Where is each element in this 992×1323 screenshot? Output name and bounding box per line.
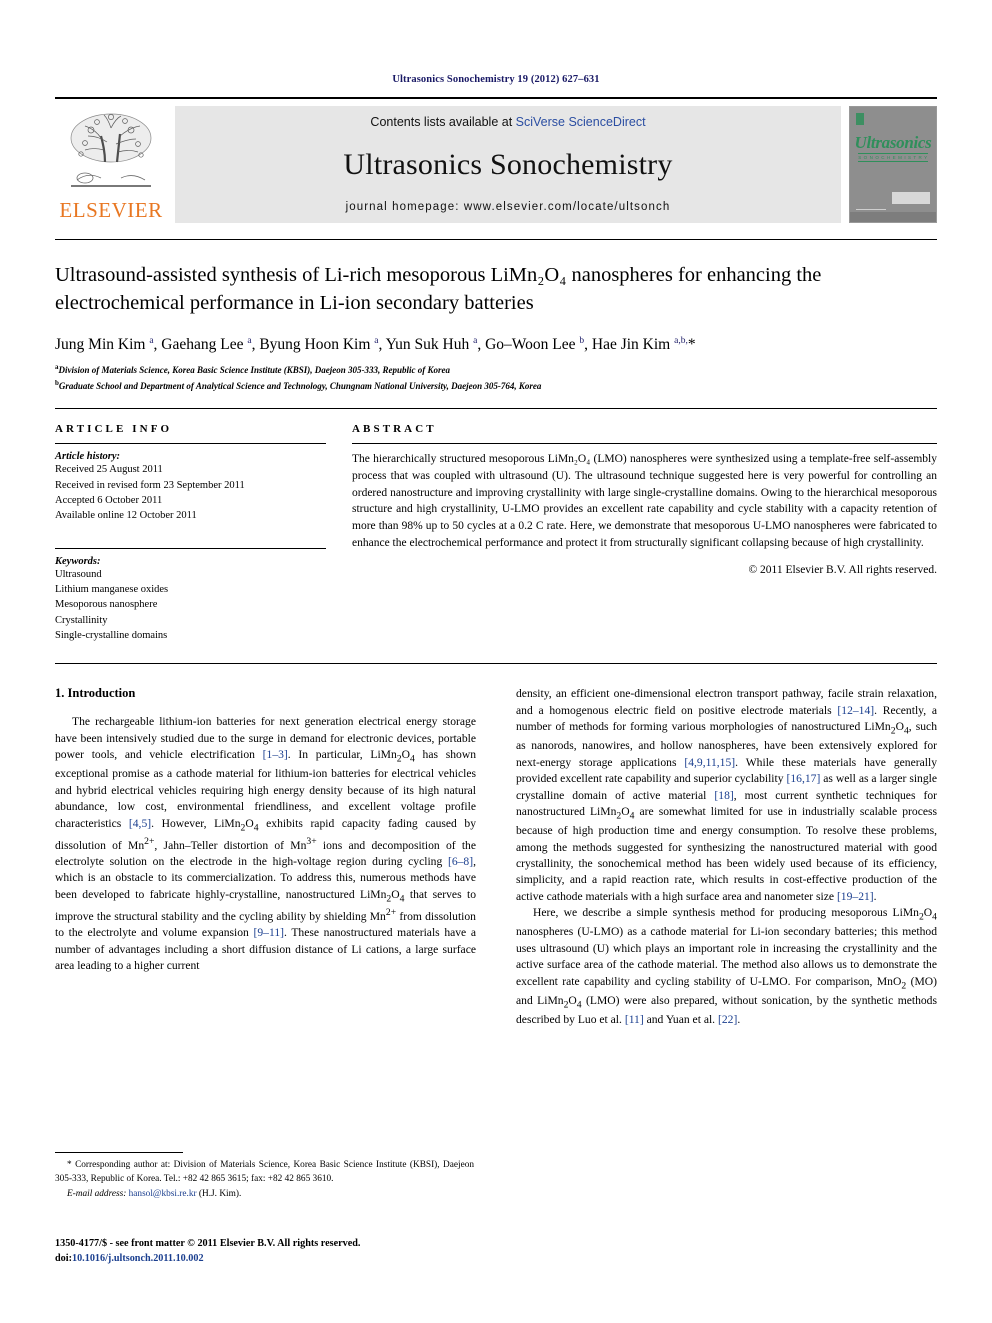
cover-title: Ultrasonics [854, 133, 932, 152]
journal-cover-thumbnail: Ultrasonics S O N O C H E M I S T R Y [849, 106, 937, 223]
history-accepted: Accepted 6 October 2011 [55, 494, 163, 506]
info-divider [55, 408, 937, 410]
journal-homepage-link[interactable]: journal homepage: www.elsevier.com/locat… [346, 201, 671, 213]
keyword-item: Single-crystalline domains [55, 629, 168, 641]
article-history-label: Article history: [55, 451, 121, 463]
info-abstract-block: ARTICLE INFO Article history: Received 2… [55, 423, 937, 643]
intro-paragraph-1-continued: density, an efficient one-dimensional el… [516, 687, 938, 903]
footnote-email-line: E-mail address: hansol@kbsi.re.kr (H.J. … [55, 1188, 474, 1202]
footer-front-matter: 1350-4177/$ - see front matter © 2011 El… [55, 1238, 361, 1249]
article-title: Ultrasound-assisted synthesis of Li-rich… [55, 262, 937, 318]
article-info-rule [55, 443, 326, 445]
affiliation-b-text: Graduate School and Department of Analyt… [58, 381, 542, 392]
contents-prefix: Contents lists available at [370, 115, 516, 129]
abstract-rule [352, 443, 937, 445]
elsevier-tree-icon [70, 113, 152, 187]
cover-footer [850, 212, 936, 222]
running-head: Ultrasonics Sonochemistry 19 (2012) 627–… [392, 74, 600, 85]
body-column-left: 1. Introduction The rechargeable lithium… [55, 686, 476, 1206]
article-page: Ultrasonics Sonochemistry 19 (2012) 627–… [0, 0, 992, 1323]
abstract-heading: ABSTRACT [352, 423, 437, 436]
article-info-heading: ARTICLE INFO [55, 423, 173, 436]
history-online: Available online 12 October 2011 [55, 510, 197, 522]
cover-mark-icon [856, 113, 864, 125]
abstract-copyright: © 2011 Elsevier B.V. All rights reserved… [748, 564, 937, 577]
elsevier-wordmark: ELSEVIER [59, 198, 163, 222]
article-info-column: ARTICLE INFO Article history: Received 2… [55, 423, 340, 643]
keyword-item: Mesoporous nanosphere [55, 599, 158, 611]
abstract-column: ABSTRACT The hierarchically structured m… [340, 423, 937, 643]
cover-subtitle: S O N O C H E M I S T R Y [858, 153, 928, 162]
journal-banner: Contents lists available at SciVerse Sci… [175, 106, 841, 223]
footer-doi-line: doi:10.1016/j.ultsonch.2011.10.002 [55, 1251, 495, 1266]
article-title-text: Ultrasound-assisted synthesis of Li-rich… [55, 264, 822, 314]
abstract-text: The hierarchically structured mesoporous… [352, 453, 937, 549]
affiliation-a: aDivision of Materials Science, Korea Ba… [55, 362, 937, 378]
body-column-right: density, an efficient one-dimensional el… [516, 686, 937, 1206]
history-received: Received 25 August 2011 [55, 464, 163, 476]
cover-line [856, 209, 886, 210]
section-title-introduction: 1. Introduction [55, 686, 136, 701]
affiliation-list: aDivision of Materials Science, Korea Ba… [55, 362, 937, 394]
journal-title: Ultrasonics Sonochemistry [343, 148, 673, 181]
email-address-label: E-mail address: [67, 1188, 127, 1199]
keywords-rule [55, 547, 326, 549]
affiliation-a-text: Division of Materials Science, Korea Bas… [58, 365, 451, 376]
intro-paragraph-1: The rechargeable lithium-ion batteries f… [55, 715, 477, 973]
cover-box [892, 192, 930, 204]
title-divider [55, 239, 937, 240]
footnote-rule [55, 1152, 183, 1153]
corresponding-author-footnote: * Corresponding author at: Division of M… [55, 1152, 474, 1202]
journal-masthead: ELSEVIER Contents lists available at Sci… [55, 97, 937, 223]
keywords-label: Keywords: [55, 555, 101, 567]
page-footer: 1350-4177/$ - see front matter © 2011 El… [55, 1236, 495, 1267]
sciencedirect-link[interactable]: SciVerse ScienceDirect [516, 115, 646, 129]
body-divider [55, 663, 937, 665]
keyword-item: Lithium manganese oxides [55, 583, 169, 595]
footnote-text: * Corresponding author at: Division of M… [55, 1160, 474, 1184]
affiliation-b: bGraduate School and Department of Analy… [55, 378, 937, 394]
doi-link[interactable]: 10.1016/j.ultsonch.2011.10.002 [72, 1253, 204, 1264]
contents-line: Contents lists available at SciVerse Sci… [370, 115, 645, 129]
keyword-item: Crystallinity [55, 614, 108, 626]
keyword-item: Ultrasound [55, 568, 102, 580]
email-owner: (H.J. Kim). [198, 1188, 242, 1199]
intro-paragraph-2: Here, we describe a simple synthesis met… [516, 906, 937, 1026]
elsevier-logo: ELSEVIER [55, 106, 167, 223]
email-link[interactable]: hansol@kbsi.re.kr [129, 1189, 197, 1199]
history-revised: Received in revised form 23 September 20… [55, 479, 245, 491]
body-columns: 1. Introduction The rechargeable lithium… [55, 686, 937, 1206]
doi-label: doi: [55, 1253, 72, 1265]
author-list: Jung Min Kim a, Gaehang Lee a, Byung Hoo… [55, 335, 696, 353]
